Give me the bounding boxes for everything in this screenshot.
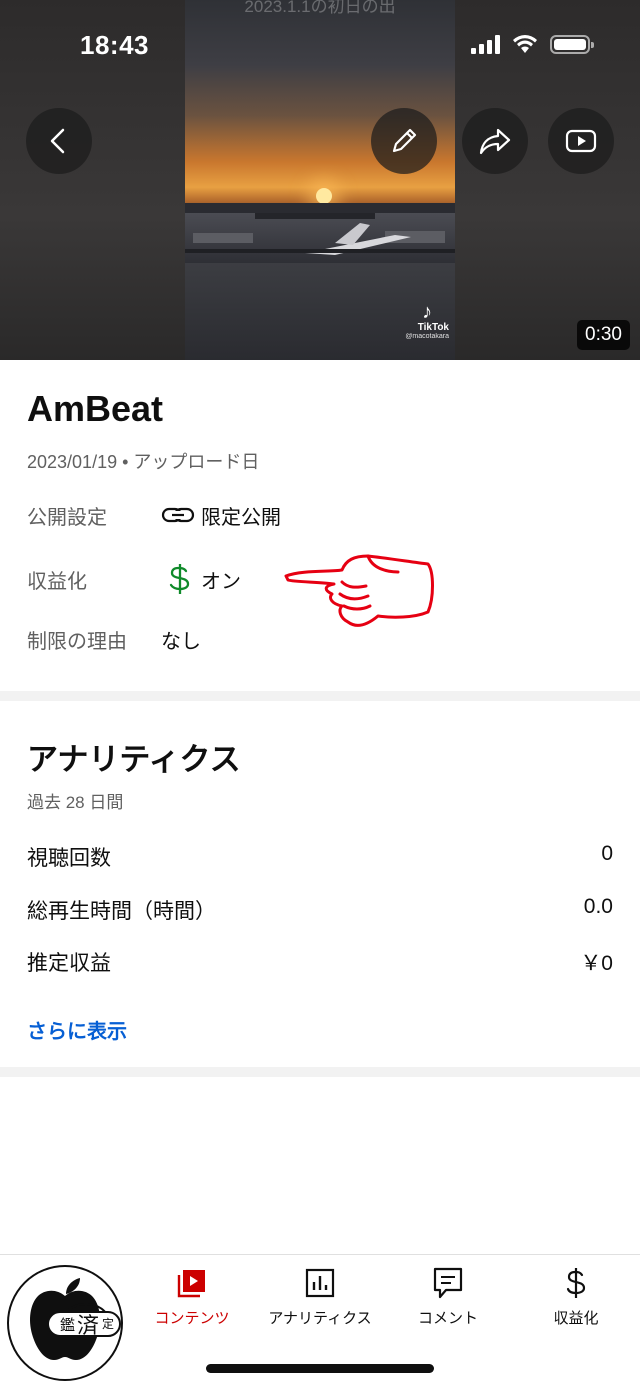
nav-label: コメント bbox=[417, 1310, 478, 1327]
metric-row-watch-time: 総再生時間（時間） 0.0 bbox=[27, 895, 613, 925]
status-icons bbox=[471, 34, 594, 54]
nav-comments[interactable]: コメント bbox=[384, 1265, 512, 1328]
metric-row-revenue: 推定収益 ￥0 bbox=[27, 947, 613, 977]
tiktok-user: @macotakara bbox=[405, 333, 449, 340]
chevron-left-icon bbox=[50, 128, 65, 154]
dollar-icon bbox=[563, 1265, 589, 1301]
comment-icon bbox=[432, 1265, 464, 1301]
metric-value: ￥0 bbox=[580, 952, 613, 975]
separator-dot: • bbox=[122, 452, 134, 472]
stamp-text-center: 済 bbox=[77, 1314, 99, 1339]
appraisal-stamp-logo: 鑑 済 定 bbox=[4, 1262, 126, 1384]
battery-icon bbox=[550, 34, 594, 54]
restriction-label: 制限の理由 bbox=[27, 630, 127, 653]
video-thumbnail[interactable]: 2023.1.1の初日の出 ♪ TikTok @macotakara bbox=[185, 0, 455, 360]
share-icon bbox=[479, 128, 511, 155]
visibility-label: 公開設定 bbox=[27, 506, 107, 529]
nav-analytics[interactable]: アナリティクス bbox=[256, 1265, 384, 1328]
visibility-row[interactable]: 公開設定 限定公開 bbox=[27, 500, 281, 530]
nav-monetization[interactable]: 収益化 bbox=[512, 1265, 640, 1328]
metric-value: 0.0 bbox=[583, 895, 613, 918]
upload-label: アップロード日 bbox=[133, 452, 260, 472]
content-icon bbox=[175, 1265, 209, 1301]
restriction-value: なし bbox=[161, 630, 201, 653]
upload-date: 2023/01/19 bbox=[27, 452, 118, 472]
nav-label: コンテンツ bbox=[154, 1310, 230, 1327]
video-title: AmBeat bbox=[27, 388, 164, 429]
show-more-link[interactable]: さらに表示 bbox=[27, 1015, 127, 1044]
analytics-period: 過去 28 日間 bbox=[27, 793, 124, 812]
home-indicator[interactable] bbox=[206, 1364, 434, 1373]
video-player[interactable]: 2023.1.1の初日の出 ♪ TikTok @macotakara 18:43 bbox=[0, 0, 640, 360]
edit-button[interactable] bbox=[371, 108, 437, 174]
nav-label: 収益化 bbox=[553, 1310, 599, 1327]
sun-image bbox=[316, 188, 332, 204]
link-icon bbox=[161, 505, 201, 525]
metric-label: 視聴回数 bbox=[27, 847, 111, 870]
monetization-value: オン bbox=[201, 570, 241, 593]
analytics-icon bbox=[304, 1265, 336, 1301]
stamp-text-right: 定 bbox=[102, 1316, 114, 1331]
analytics-title: アナリティクス bbox=[27, 742, 241, 777]
metric-label: 総再生時間（時間） bbox=[27, 900, 216, 923]
watch-on-youtube-button[interactable] bbox=[548, 108, 614, 174]
upload-info: 2023/01/19 • アップロード日 bbox=[27, 448, 259, 474]
duration-badge: 0:30 bbox=[577, 320, 630, 350]
video-caption: 2023.1.1の初日の出 bbox=[244, 0, 396, 16]
nav-content[interactable]: コンテンツ bbox=[128, 1265, 256, 1328]
tiktok-brand: TikTok bbox=[417, 322, 449, 333]
monetization-row[interactable]: 収益化 オン bbox=[27, 564, 241, 594]
horizon-image bbox=[185, 203, 455, 213]
visibility-value: 限定公開 bbox=[201, 506, 281, 529]
dollar-icon bbox=[161, 562, 201, 596]
metric-label: 推定収益 bbox=[27, 952, 111, 975]
wifi-icon bbox=[513, 35, 537, 53]
back-button[interactable] bbox=[26, 108, 92, 174]
section-divider bbox=[0, 691, 640, 701]
airport-terminal-image bbox=[185, 205, 455, 263]
youtube-play-icon bbox=[565, 129, 597, 153]
nav-label: アナリティクス bbox=[268, 1310, 372, 1327]
pointing-hand-annotation bbox=[284, 554, 434, 627]
share-button[interactable] bbox=[462, 108, 528, 174]
metric-row-views: 視聴回数 0 bbox=[27, 842, 613, 872]
signal-icon bbox=[471, 34, 500, 54]
monetization-label: 収益化 bbox=[27, 570, 87, 593]
airport-silhouette bbox=[185, 205, 455, 255]
restriction-row[interactable]: 制限の理由 なし bbox=[27, 624, 201, 654]
tiktok-icon: ♪ bbox=[422, 301, 433, 323]
tiktok-watermark: ♪ TikTok @macotakara bbox=[405, 302, 449, 340]
pencil-icon bbox=[392, 128, 417, 153]
status-time: 18:43 bbox=[80, 30, 149, 60]
stamp-text-left: 鑑 bbox=[60, 1316, 75, 1334]
metric-value: 0 bbox=[601, 842, 613, 865]
section-divider bbox=[0, 1067, 640, 1077]
